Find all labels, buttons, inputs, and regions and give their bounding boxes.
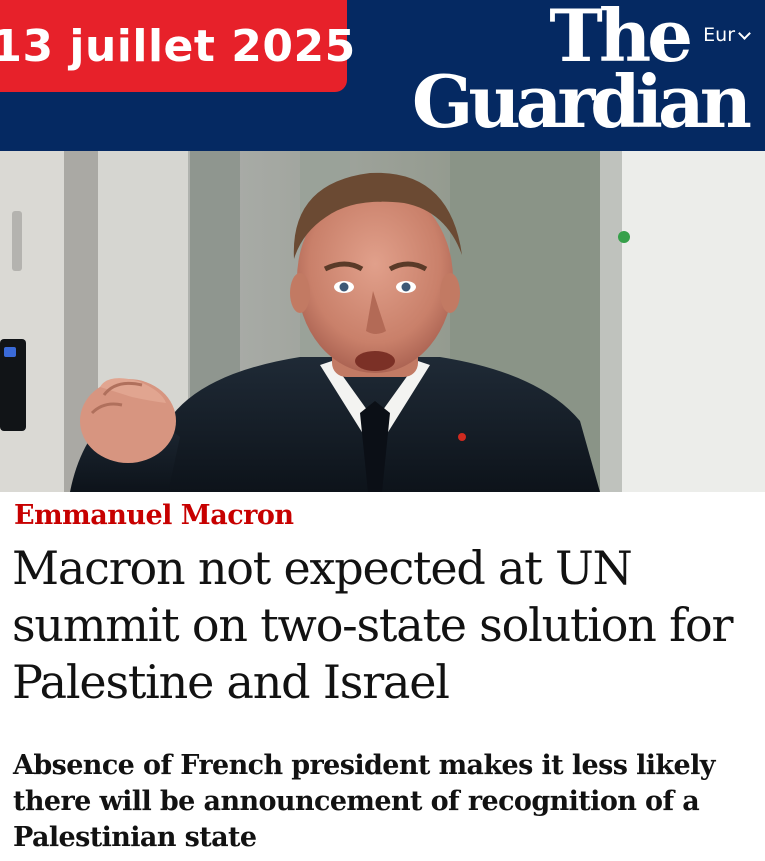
article-page: 13 juillet 2025 The Guardian Eur Emmanue… xyxy=(0,0,765,861)
guardian-logo[interactable]: The Guardian xyxy=(347,0,752,146)
logo-line-guardian: Guardian xyxy=(411,59,752,144)
date-badge: 13 juillet 2025 xyxy=(0,0,355,92)
article-kicker[interactable]: Emmanuel Macron xyxy=(14,500,294,531)
date-label: 13 juillet 2025 xyxy=(0,20,356,72)
article-standfirst: Absence of French president makes it les… xyxy=(13,750,715,853)
chevron-down-icon xyxy=(738,26,751,40)
article-headline[interactable]: Macron not expected at UN summit on two-… xyxy=(12,540,757,711)
edition-selector[interactable]: Eur xyxy=(703,24,751,46)
macron-portrait-photo-icon xyxy=(0,151,765,492)
article-photo[interactable] xyxy=(0,151,765,492)
edition-label: Eur xyxy=(703,24,735,46)
masthead: 13 juillet 2025 The Guardian Eur xyxy=(0,0,765,151)
